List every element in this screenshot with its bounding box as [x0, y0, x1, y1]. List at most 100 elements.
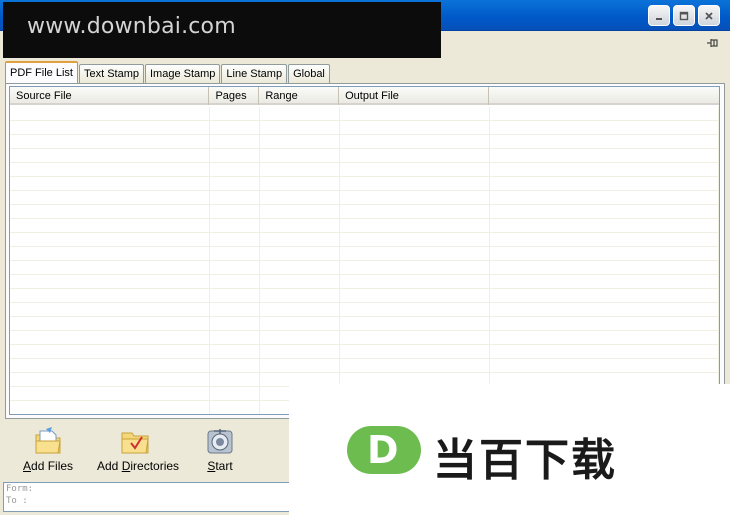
table-row [10, 303, 719, 317]
table-cell [210, 191, 261, 204]
table-cell [260, 233, 341, 246]
table-cell [210, 107, 261, 120]
table-cell [260, 317, 341, 330]
table-cell [490, 233, 719, 246]
list-rows [10, 107, 719, 414]
table-cell [340, 275, 490, 288]
list-header: Source File Pages Range Output File [10, 87, 719, 105]
table-cell [210, 345, 261, 358]
table-cell [260, 149, 341, 162]
table-cell [210, 275, 261, 288]
table-cell [210, 331, 261, 344]
table-cell [260, 247, 341, 260]
table-row [10, 233, 719, 247]
file-list-view[interactable]: Source File Pages Range Output File [9, 86, 720, 415]
table-cell [260, 359, 341, 372]
table-cell [490, 135, 719, 148]
table-cell [340, 177, 490, 190]
table-cell [210, 233, 261, 246]
table-cell [260, 261, 341, 274]
tab-text-stamp[interactable]: Text Stamp [78, 64, 144, 83]
table-cell [10, 261, 211, 274]
table-cell [340, 163, 490, 176]
brand-watermark: D 当百下载 [289, 384, 730, 515]
table-cell [210, 219, 261, 232]
table-cell [10, 121, 211, 134]
table-cell [210, 177, 261, 190]
table-cell [490, 107, 719, 120]
column-source-file[interactable]: Source File [10, 87, 210, 105]
add-files-label: Add Files [23, 459, 74, 473]
close-button[interactable] [698, 5, 720, 26]
table-cell [210, 163, 261, 176]
table-row [10, 359, 719, 373]
table-cell [10, 149, 211, 162]
table-cell [490, 121, 719, 134]
minimize-button[interactable] [648, 5, 670, 26]
table-cell [260, 121, 341, 134]
table-cell [10, 107, 211, 120]
table-cell [490, 317, 719, 330]
table-cell [340, 121, 490, 134]
maximize-button[interactable] [673, 5, 695, 26]
table-cell [490, 191, 719, 204]
table-cell [260, 289, 341, 302]
table-row [10, 177, 719, 191]
add-directories-button[interactable]: Add Directories [97, 425, 180, 473]
add-files-button[interactable]: Add Files [23, 425, 73, 473]
table-cell [210, 261, 261, 274]
table-cell [340, 317, 490, 330]
table-cell [10, 233, 211, 246]
table-cell [10, 163, 211, 176]
table-cell [340, 247, 490, 260]
table-cell [10, 303, 211, 316]
table-row [10, 345, 719, 359]
table-cell [260, 135, 341, 148]
column-pages[interactable]: Pages [209, 87, 260, 105]
table-cell [210, 205, 261, 218]
table-cell [260, 331, 341, 344]
table-cell [210, 149, 261, 162]
table-cell [340, 205, 490, 218]
table-cell [210, 135, 261, 148]
table-cell [490, 303, 719, 316]
column-range[interactable]: Range [259, 87, 340, 105]
table-cell [210, 317, 261, 330]
table-cell [340, 191, 490, 204]
table-cell [210, 401, 261, 414]
add-directories-label: Add Directories [97, 459, 180, 473]
table-cell [490, 219, 719, 232]
table-cell [10, 373, 211, 386]
table-cell [10, 205, 211, 218]
pin-icon[interactable] [706, 37, 720, 49]
table-cell [340, 135, 490, 148]
table-row [10, 121, 719, 135]
tab-pdf-file-list[interactable]: PDF File List [5, 61, 78, 83]
table-cell [490, 331, 719, 344]
table-cell [340, 331, 490, 344]
column-output-file[interactable]: Output File [339, 87, 489, 105]
table-cell [260, 177, 341, 190]
add-directories-icon [121, 432, 149, 454]
tab-line-stamp[interactable]: Line Stamp [221, 64, 288, 83]
table-cell [340, 233, 490, 246]
brand-logo-icon: D [347, 426, 421, 474]
table-cell [340, 149, 490, 162]
table-cell [490, 261, 719, 274]
table-cell [10, 345, 211, 358]
table-cell [260, 219, 341, 232]
table-cell [210, 289, 261, 302]
table-cell [210, 247, 261, 260]
table-cell [490, 163, 719, 176]
table-row [10, 135, 719, 149]
table-row [10, 163, 719, 177]
brand-name: 当百下载 [433, 435, 617, 486]
tab-strip: PDF File List Text Stamp Image Stamp Lin… [5, 61, 331, 83]
tab-global[interactable]: Global [288, 64, 330, 83]
tab-image-stamp[interactable]: Image Stamp [145, 64, 221, 83]
start-button[interactable]: Start [200, 425, 240, 473]
column-filler [489, 87, 719, 105]
table-cell [10, 289, 211, 302]
table-row [10, 317, 719, 331]
table-cell [260, 345, 341, 358]
